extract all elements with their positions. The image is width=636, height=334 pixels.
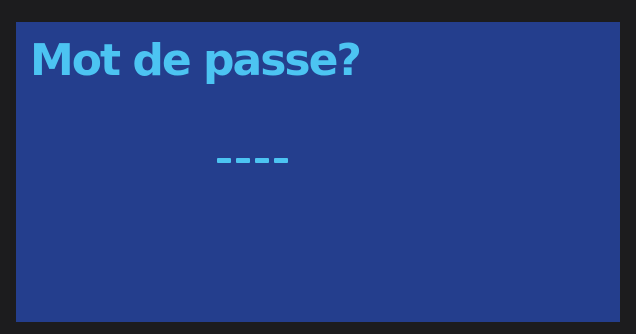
lcd-screen: Mot de passe? (16, 22, 620, 322)
password-digit-1-placeholder (217, 158, 231, 163)
display-bezel: Mot de passe? (0, 0, 636, 334)
password-digit-3-placeholder (255, 158, 269, 163)
password-digit-2-placeholder (236, 158, 250, 163)
password-entry-field[interactable] (217, 158, 288, 163)
password-prompt-title: Mot de passe? (30, 35, 362, 86)
password-digit-4-placeholder (274, 158, 288, 163)
